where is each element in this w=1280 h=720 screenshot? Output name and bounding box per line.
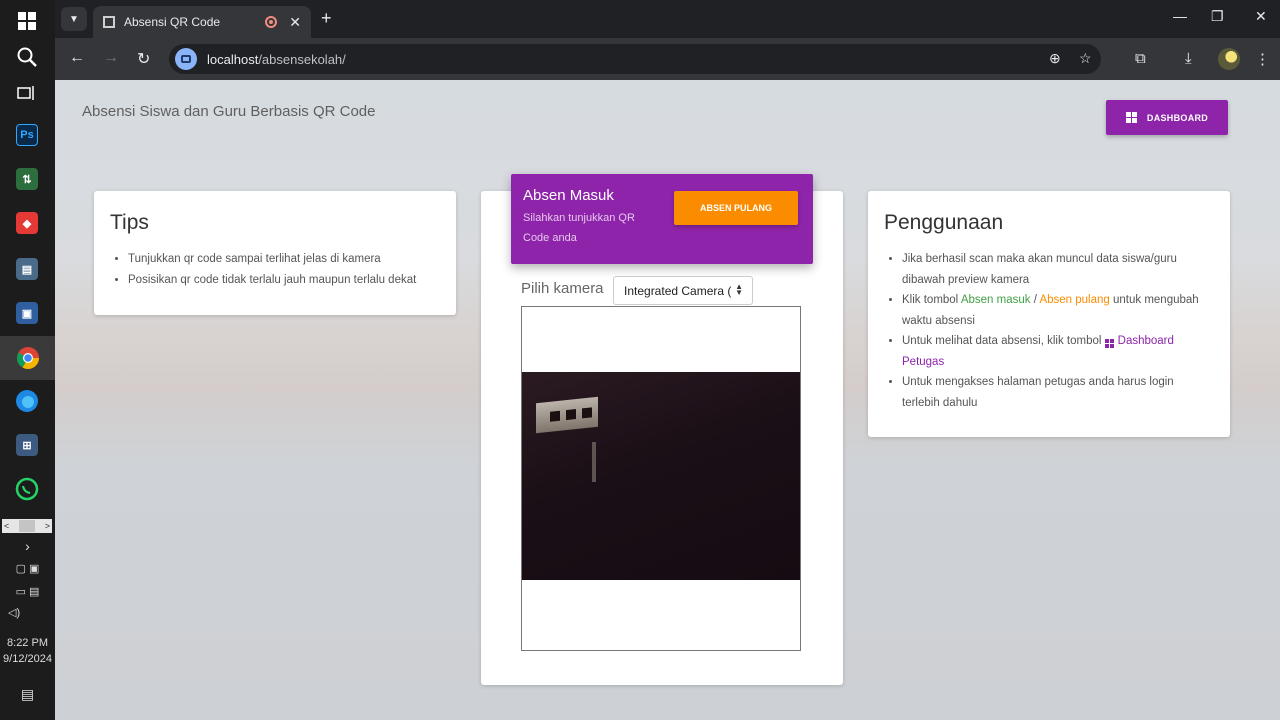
photoshop-icon[interactable]: Ps bbox=[12, 120, 42, 150]
list-item: Klik tombol Absen masuk / Absen pulang u… bbox=[902, 290, 1214, 331]
anydesk-icon[interactable]: ◆ bbox=[12, 208, 42, 238]
forward-icon[interactable]: → bbox=[103, 49, 119, 67]
select-arrows-icon: ▲ ▼ bbox=[735, 282, 743, 297]
task-view-icon[interactable] bbox=[12, 78, 42, 108]
absen-pulang-button[interactable]: ABSEN PULANG bbox=[674, 191, 798, 225]
camera-select-value: Integrated Camera ( bbox=[624, 283, 732, 298]
chrome-icon[interactable] bbox=[0, 336, 55, 380]
download-icon[interactable]: ⤓ bbox=[1185, 50, 1192, 67]
browser-toolbar: ← → ↻ localhost/absensekolah/ ⊕ ☆ ⧉ ⤓ ⋮ bbox=[55, 38, 1280, 80]
browser-window: ▼ Absensi QR Code ✕ + — ❐ ✕ ← → ↻ localh… bbox=[55, 0, 1280, 720]
browser-tab[interactable]: Absensi QR Code ✕ bbox=[93, 6, 311, 38]
notification-icon[interactable]: ▤ bbox=[0, 686, 55, 703]
camera-preview bbox=[521, 306, 801, 651]
back-icon[interactable]: ← bbox=[69, 49, 85, 67]
page-viewport: Absensi Siswa dan Guru Berbasis QR Code … bbox=[55, 80, 1280, 720]
list-item: Jika berhasil scan maka akan muncul data… bbox=[902, 249, 1214, 290]
tips-card: Tips Tunjukkan qr code sampai terlihat j… bbox=[94, 191, 456, 315]
absen-masuk-link: Absen masuk bbox=[960, 294, 1031, 306]
camera-select[interactable]: Integrated Camera ( ▲ ▼ bbox=[613, 276, 753, 305]
zoom-icon[interactable]: ⊕ bbox=[1049, 50, 1061, 67]
scan-mode-subtitle: Silahkan tunjukkan QR Code anda bbox=[523, 212, 635, 244]
taskbar-scrollbar[interactable]: < > bbox=[2, 519, 52, 533]
tab-close-icon[interactable]: ✕ bbox=[289, 14, 301, 31]
absen-pulang-link: Absen pulang bbox=[1039, 294, 1110, 306]
tips-title: Tips bbox=[110, 211, 149, 234]
list-item: Untuk melihat data absensi, klik tombol … bbox=[902, 331, 1214, 372]
network-icon[interactable]: ⊞ bbox=[12, 430, 42, 460]
scan-mode-header: Absen Masuk Silahkan tunjukkan QR Code a… bbox=[511, 174, 813, 264]
clock-date[interactable]: 9/12/2024 bbox=[0, 653, 55, 665]
minimize-icon[interactable]: — bbox=[1173, 8, 1187, 24]
bookmark-star-icon[interactable]: ☆ bbox=[1079, 50, 1092, 67]
dashboard-icon bbox=[1125, 112, 1137, 123]
usage-list: Jika berhasil scan maka akan muncul data… bbox=[884, 249, 1214, 413]
tab-title: Absensi QR Code bbox=[124, 15, 221, 29]
whatsapp-icon[interactable] bbox=[12, 474, 42, 504]
file-transfer-icon[interactable]: ⇅ bbox=[12, 164, 42, 194]
printer-icon[interactable]: ▤ bbox=[12, 254, 42, 284]
page-title: Absensi Siswa dan Guru Berbasis QR Code bbox=[82, 103, 376, 120]
windows-taskbar: Ps ⇅ ◆ ▤ ▣ ⊞ < > › ▢ ▣ ▭ ▤ ◁) 8:22 PM 9/1… bbox=[0, 0, 55, 720]
list-item: Tunjukkan qr code sampai terlihat jelas … bbox=[128, 249, 440, 270]
tray-battery-icon[interactable]: ▭ ▤ bbox=[0, 585, 55, 598]
profile-avatar[interactable] bbox=[1218, 48, 1240, 70]
usage-card: Penggunaan Jika berhasil scan maka akan … bbox=[868, 191, 1230, 437]
qr-favicon-icon bbox=[103, 16, 115, 28]
dashboard-icon bbox=[1104, 339, 1114, 348]
tab-strip: ▼ Absensi QR Code ✕ + — ❐ ✕ bbox=[55, 0, 1280, 38]
tab-search-chevron-icon[interactable]: ▼ bbox=[61, 7, 87, 31]
search-icon[interactable] bbox=[12, 42, 42, 72]
new-tab-icon[interactable]: + bbox=[321, 8, 332, 29]
window-close-icon[interactable]: ✕ bbox=[1255, 8, 1267, 25]
volume-icon[interactable]: ◁) bbox=[0, 606, 55, 619]
dashboard-button[interactable]: DASHBOARD bbox=[1106, 100, 1228, 135]
camera-select-label: Pilih kamera bbox=[521, 280, 604, 297]
menu-kebab-icon[interactable]: ⋮ bbox=[1255, 50, 1270, 68]
tips-list: Tunjukkan qr code sampai terlihat jelas … bbox=[110, 249, 440, 290]
url-text[interactable]: localhost/absensekolah/ bbox=[207, 52, 346, 67]
site-info-icon[interactable] bbox=[175, 48, 197, 70]
tray-icons[interactable]: ▢ ▣ bbox=[0, 562, 55, 575]
dashboard-button-label: DASHBOARD bbox=[1146, 112, 1209, 123]
network-settings-icon[interactable]: ▣ bbox=[12, 298, 42, 328]
list-item: Posisikan qr code tidak terlalu jauh mau… bbox=[128, 270, 440, 291]
recording-icon bbox=[265, 16, 278, 28]
restore-icon[interactable]: ❐ bbox=[1211, 8, 1224, 25]
reload-icon[interactable]: ↻ bbox=[137, 49, 150, 69]
usage-title: Penggunaan bbox=[884, 211, 1004, 234]
list-item: Untuk mengakses halaman petugas anda har… bbox=[902, 372, 1214, 413]
clock-time[interactable]: 8:22 PM bbox=[0, 637, 55, 649]
extensions-icon[interactable]: ⧉ bbox=[1135, 50, 1146, 67]
windows-start-icon[interactable] bbox=[12, 6, 42, 36]
address-bar[interactable]: localhost/absensekolah/ ⊕ ☆ bbox=[169, 44, 1101, 74]
tray-expand-icon[interactable]: › bbox=[0, 538, 55, 554]
camera-video-feed bbox=[522, 372, 800, 580]
edge-icon[interactable] bbox=[12, 386, 42, 416]
